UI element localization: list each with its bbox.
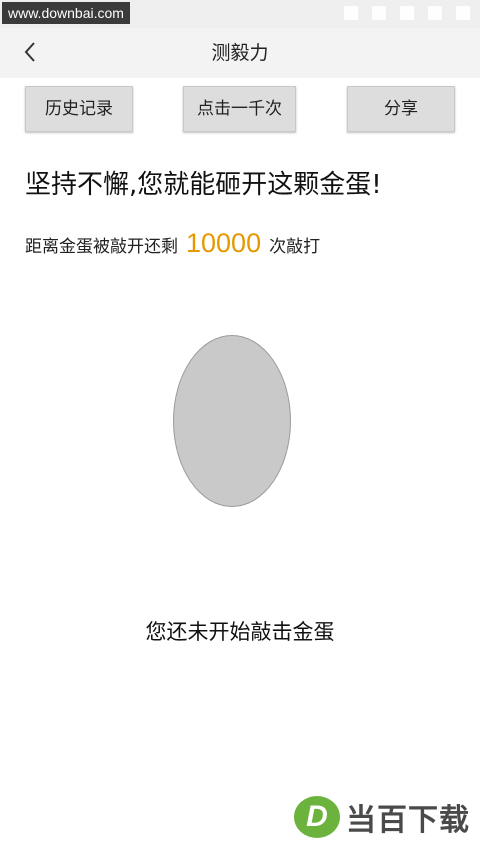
notification-icon xyxy=(344,6,358,20)
watermark-logo: D 当百下载 xyxy=(294,795,470,839)
signal-icon xyxy=(428,6,442,20)
remaining-prefix: 距离金蛋被敲开还剩 xyxy=(25,237,178,257)
headline: 坚持不懈,您就能砸开这颗金蛋! xyxy=(25,170,382,200)
title-bar: 测毅力 xyxy=(0,28,480,78)
remaining-hits-line: 距离金蛋被敲开还剩 10000 次敲打 xyxy=(25,228,320,259)
action-buttons: 历史记录 点击一千次 分享 xyxy=(0,86,480,132)
remaining-count: 10000 xyxy=(186,228,262,258)
wifi-icon xyxy=(400,6,414,20)
status-message: 您还未开始敲击金蛋 xyxy=(145,620,335,644)
logo-text: 当百下载 xyxy=(346,803,470,838)
status-bar: www.downbai.com xyxy=(0,0,480,28)
battery-icon xyxy=(456,6,470,20)
share-button[interactable]: 分享 xyxy=(347,86,455,132)
status-icons xyxy=(344,6,470,20)
alarm-icon xyxy=(372,6,386,20)
click-thousand-button[interactable]: 点击一千次 xyxy=(183,86,296,132)
golden-egg[interactable] xyxy=(173,335,291,507)
watermark-url: www.downbai.com xyxy=(2,2,130,24)
history-button[interactable]: 历史记录 xyxy=(25,86,133,132)
page-title: 测毅力 xyxy=(211,42,269,64)
logo-mark: D xyxy=(294,796,340,838)
remaining-suffix: 次敲打 xyxy=(269,237,321,257)
